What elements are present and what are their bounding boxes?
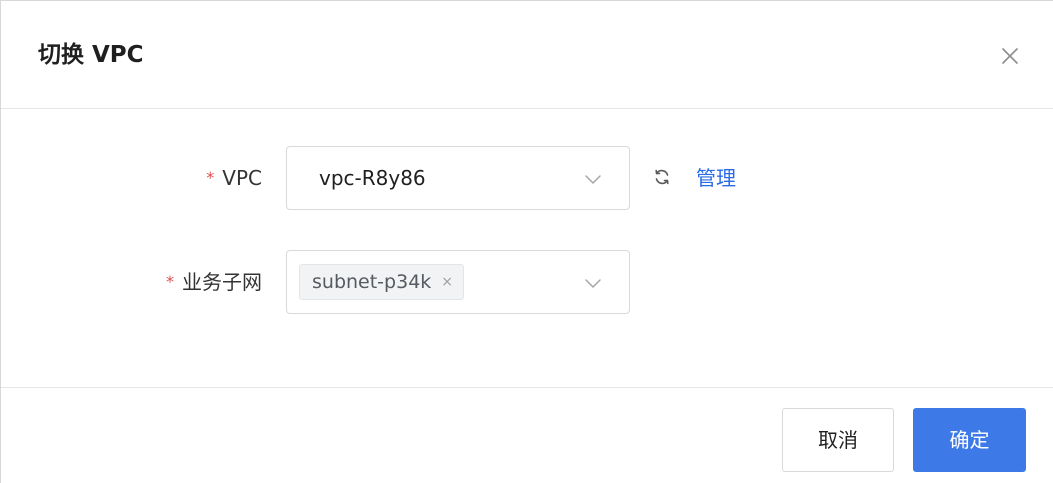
subnet-tag: subnet-p34k × <box>299 264 465 300</box>
dialog-body: * VPC vpc-R8y86 管理 * 业务子网 subnet-p34k × <box>1 109 1053 387</box>
close-button[interactable] <box>997 43 1023 69</box>
dialog-header: 切换 VPC <box>1 1 1053 109</box>
dialog-title: 切换 VPC <box>38 42 144 68</box>
form-row-subnet: * 业务子网 subnet-p34k × <box>1 250 1053 314</box>
required-mark: * <box>166 272 174 291</box>
refresh-icon[interactable] <box>653 168 671 186</box>
required-mark: * <box>206 168 215 187</box>
chevron-down-icon <box>585 279 601 288</box>
close-icon <box>1002 48 1018 64</box>
subnet-tag-label: subnet-p34k <box>312 271 432 293</box>
vpc-select[interactable]: vpc-R8y86 <box>286 146 630 210</box>
dialog-footer: 取消 确定 <box>1 387 1053 483</box>
confirm-button[interactable]: 确定 <box>913 408 1026 472</box>
subnet-label-text: 业务子网 <box>182 270 262 294</box>
tag-remove-icon[interactable]: × <box>441 275 453 289</box>
switch-vpc-dialog: 切换 VPC * VPC vpc-R8y86 管理 * 业务子网 subnet-… <box>0 0 1053 483</box>
manage-link[interactable]: 管理 <box>696 146 736 210</box>
subnet-label: * 业务子网 <box>166 250 262 314</box>
vpc-label-text: VPC <box>222 166 262 190</box>
vpc-select-value: vpc-R8y86 <box>319 166 426 190</box>
chevron-down-icon <box>585 175 601 184</box>
vpc-label: * VPC <box>206 146 262 210</box>
cancel-button[interactable]: 取消 <box>782 408 894 472</box>
subnet-select[interactable]: subnet-p34k × <box>286 250 630 314</box>
form-row-vpc: * VPC vpc-R8y86 管理 <box>1 146 1053 210</box>
